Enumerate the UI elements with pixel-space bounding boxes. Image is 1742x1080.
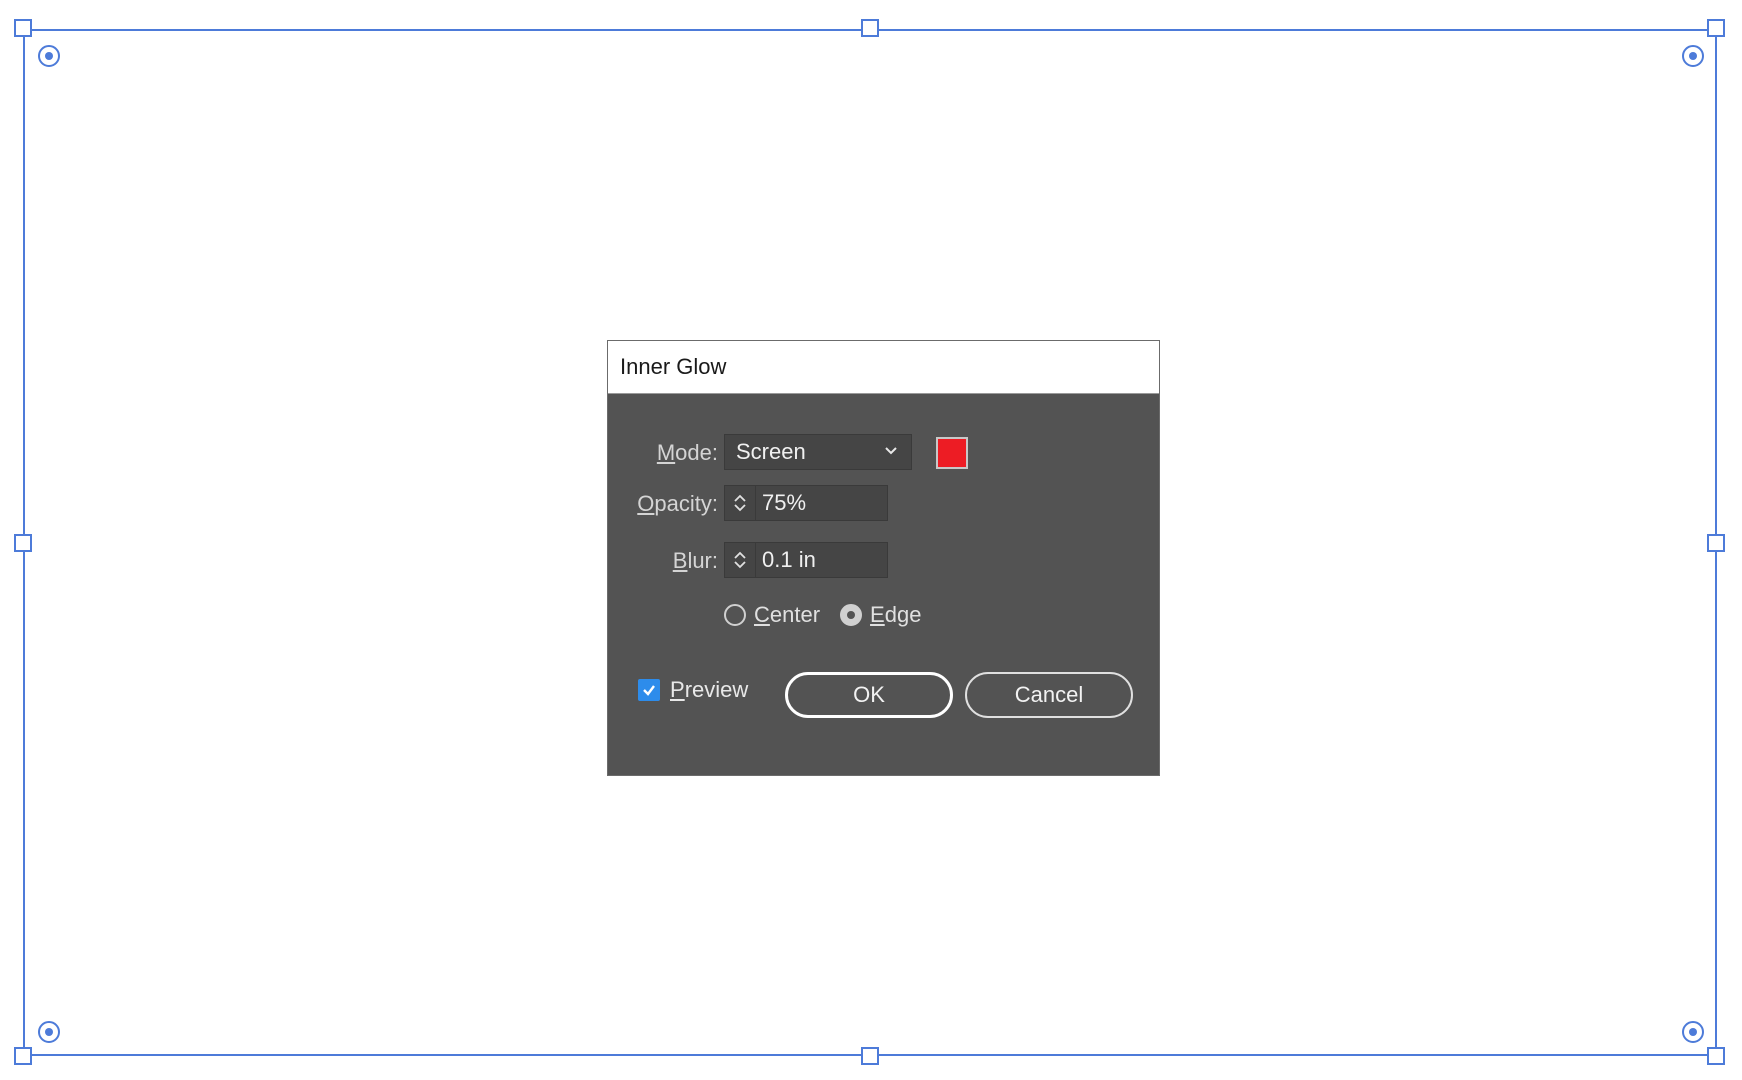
dialog-title: Inner Glow <box>620 354 727 379</box>
source-radio-group: Center Edge <box>724 602 941 628</box>
handle-middle-left[interactable] <box>14 534 32 552</box>
mode-label: Mode: <box>656 440 718 465</box>
edge-radio-label[interactable]: Edge <box>870 602 921 628</box>
opacity-stepper-arrows[interactable] <box>725 486 756 520</box>
blur-stepper-arrows[interactable] <box>725 543 756 577</box>
chevron-down-icon <box>885 447 897 455</box>
canvas: Inner Glow Mode: Screen Opacity: 75% Blu… <box>0 0 1742 1080</box>
chevron-up-icon[interactable] <box>733 550 747 560</box>
center-radio-label[interactable]: Center <box>754 602 820 628</box>
handle-top-left[interactable] <box>14 19 32 37</box>
center-radio[interactable] <box>724 604 746 626</box>
blur-stepper[interactable]: 0.1 in <box>724 542 888 578</box>
preview-label[interactable]: Preview <box>670 677 748 703</box>
corner-target-top-left[interactable] <box>38 45 60 67</box>
handle-bottom-center[interactable] <box>861 1047 879 1065</box>
preview-checkbox-row[interactable]: Preview <box>638 677 748 703</box>
glow-color-swatch[interactable] <box>936 437 968 469</box>
ok-button[interactable]: OK <box>785 672 953 718</box>
dialog-body: Mode: Screen Opacity: 75% Blur: 0.1 in C… <box>608 394 1159 777</box>
chevron-down-icon[interactable] <box>733 560 747 570</box>
opacity-stepper[interactable]: 75% <box>724 485 888 521</box>
chevron-down-icon[interactable] <box>733 503 747 513</box>
handle-top-right[interactable] <box>1707 19 1725 37</box>
mode-select-value: Screen <box>736 439 806 464</box>
blur-label: Blur: <box>672 548 718 573</box>
mode-select[interactable]: Screen <box>724 434 912 470</box>
opacity-label: Opacity: <box>637 491 718 516</box>
handle-top-center[interactable] <box>861 19 879 37</box>
cancel-button[interactable]: Cancel <box>965 672 1133 718</box>
inner-glow-dialog: Inner Glow Mode: Screen Opacity: 75% Blu… <box>607 340 1160 776</box>
chevron-up-icon[interactable] <box>733 493 747 503</box>
corner-target-top-right[interactable] <box>1682 45 1704 67</box>
corner-target-bottom-right[interactable] <box>1682 1021 1704 1043</box>
handle-bottom-left[interactable] <box>14 1047 32 1065</box>
corner-target-bottom-left[interactable] <box>38 1021 60 1043</box>
checkmark-icon <box>643 685 655 696</box>
blur-input[interactable]: 0.1 in <box>756 547 816 573</box>
edge-radio[interactable] <box>840 604 863 626</box>
preview-checkbox[interactable] <box>638 679 660 701</box>
handle-middle-right[interactable] <box>1707 534 1725 552</box>
opacity-input[interactable]: 75% <box>756 490 806 516</box>
dialog-title-bar[interactable]: Inner Glow <box>608 341 1159 394</box>
handle-bottom-right[interactable] <box>1707 1047 1725 1065</box>
